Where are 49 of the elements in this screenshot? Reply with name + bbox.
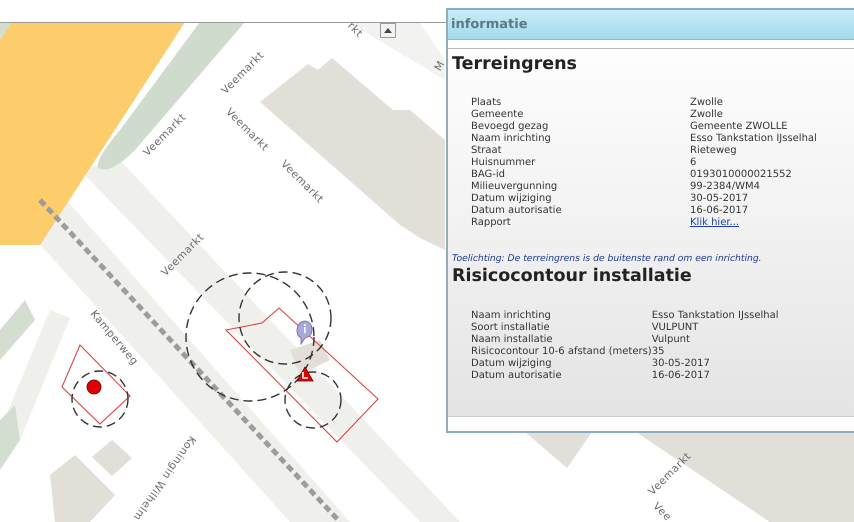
- up-arrow-icon: [384, 28, 392, 33]
- field-label: Soort installatie: [471, 322, 551, 334]
- risk-contour-circle: [71, 370, 129, 428]
- field-value: Rieteweg: [690, 145, 737, 156]
- section-heading: Terreingrens: [452, 53, 578, 75]
- field-label: Datum autorisatie: [471, 205, 563, 217]
- field-value: 16-06-2017: [690, 205, 748, 216]
- info-pin-icon: [296, 320, 312, 344]
- grass-area: [0, 300, 35, 360]
- field-value: 16-06-2017: [652, 370, 710, 381]
- field-label: Huisnummer: [471, 157, 536, 169]
- field-value: Vulpunt: [652, 334, 690, 345]
- field-label: Datum wijziging: [471, 358, 553, 370]
- location-dot: [86, 380, 102, 394]
- building: [290, 340, 330, 375]
- field-label: Risicocontour 10-6 afstand (meters): [471, 346, 652, 358]
- field-label: Naam installatie: [471, 334, 554, 346]
- report-link[interactable]: Klik hier...: [690, 217, 740, 228]
- street-label: M: [432, 58, 448, 74]
- explanation-note: Toelichting: De terreingrens is de buitenste rand om een inrichting.: [452, 253, 763, 265]
- field-value: 30-05-2017: [652, 358, 710, 369]
- field-value: VULPUNT: [652, 322, 698, 333]
- field-value: Gemeente ZWOLLE: [690, 121, 788, 132]
- field-label: Bevoegd gezag: [471, 121, 550, 133]
- field-value: 6: [690, 157, 696, 168]
- field-label: Milieuvergunning: [471, 181, 558, 193]
- field-label: Gemeente: [471, 109, 524, 121]
- field-label: Naam inrichting: [471, 310, 552, 322]
- field-label: Straat: [471, 145, 503, 157]
- window-title: informatie: [448, 10, 854, 40]
- field-value: Esso Tankstation IJsselhal: [652, 310, 779, 321]
- scroll-up-button[interactable]: [380, 23, 396, 38]
- grass-area: [0, 405, 20, 470]
- field-value: Esso Tankstation IJsselhal: [690, 133, 817, 144]
- field-label: Plaats: [471, 97, 502, 109]
- field-label: Rapport: [471, 217, 512, 229]
- field-value: Zwolle: [690, 109, 723, 120]
- field-value: 30-05-2017: [690, 193, 748, 204]
- warning-triangle-icon: [296, 366, 314, 382]
- field-label: Datum autorisatie: [471, 370, 563, 382]
- field-label: Datum wijziging: [471, 193, 553, 205]
- section-heading: Risicocontour installatie: [452, 265, 693, 287]
- field-value: Zwolle: [690, 97, 723, 108]
- field-label: Naam inrichting: [471, 133, 552, 145]
- street-label: rkt: [345, 20, 366, 40]
- field-value: 99-2384/WM4: [690, 181, 760, 192]
- field-value: 35: [652, 346, 664, 357]
- field-label: BAG-id: [471, 169, 506, 181]
- field-value: 0193010000021552: [690, 169, 792, 180]
